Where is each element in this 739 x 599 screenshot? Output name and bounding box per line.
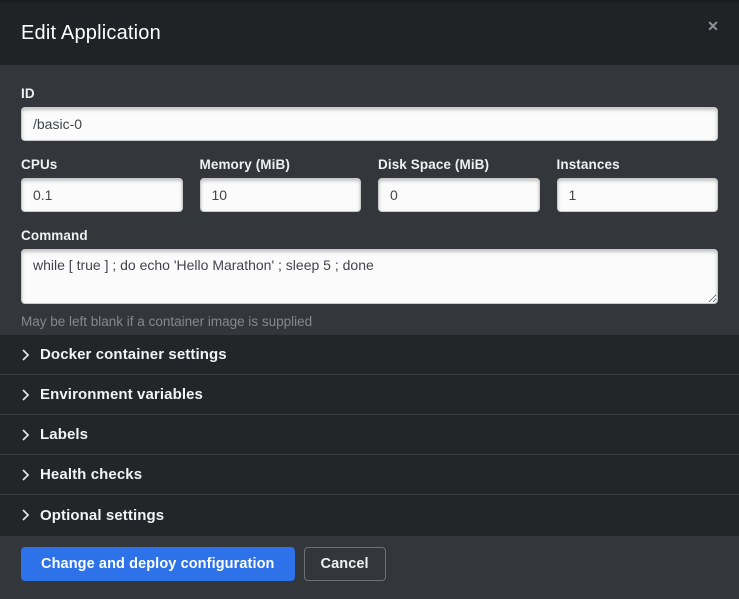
disk-input[interactable]: [378, 178, 540, 212]
memory-field-group: Memory (MiB): [200, 157, 362, 212]
section-labels[interactable]: Labels: [0, 415, 739, 455]
cancel-button[interactable]: Cancel: [304, 547, 386, 581]
section-docker-container-settings[interactable]: Docker container settings: [0, 335, 739, 375]
instances-field-group: Instances: [557, 157, 719, 212]
chevron-right-icon: [21, 469, 30, 481]
section-optional-settings[interactable]: Optional settings: [0, 495, 739, 535]
command-textarea[interactable]: while [ true ] ; do echo 'Hello Marathon…: [21, 249, 718, 304]
id-label: ID: [21, 86, 718, 101]
edit-application-modal: Edit Application ✕ ID CPUs Memory (MiB) …: [0, 0, 739, 599]
command-label: Command: [21, 228, 718, 243]
chevron-right-icon: [21, 349, 30, 361]
chevron-right-icon: [21, 389, 30, 401]
section-label: Docker container settings: [40, 346, 227, 363]
chevron-right-icon: [21, 429, 30, 441]
cpus-label: CPUs: [21, 157, 183, 172]
modal-title: Edit Application: [21, 22, 161, 45]
cpus-input[interactable]: [21, 178, 183, 212]
disk-field-group: Disk Space (MiB): [378, 157, 540, 212]
memory-label: Memory (MiB): [200, 157, 362, 172]
id-field-group: ID: [21, 86, 718, 141]
change-and-deploy-button[interactable]: Change and deploy configuration: [21, 547, 295, 581]
instances-input[interactable]: [557, 178, 719, 212]
memory-input[interactable]: [200, 178, 362, 212]
chevron-right-icon: [21, 509, 30, 521]
disk-label: Disk Space (MiB): [378, 157, 540, 172]
close-icon[interactable]: ✕: [701, 14, 725, 38]
application-form: ID CPUs Memory (MiB) Disk Space (MiB) In…: [0, 65, 739, 335]
section-environment-variables[interactable]: Environment variables: [0, 375, 739, 415]
id-input[interactable]: [21, 107, 718, 141]
cpus-field-group: CPUs: [21, 157, 183, 212]
section-label: Labels: [40, 426, 88, 443]
modal-header: Edit Application ✕: [0, 2, 739, 65]
resources-row: CPUs Memory (MiB) Disk Space (MiB) Insta…: [21, 157, 718, 212]
command-field-group: Command while [ true ] ; do echo 'Hello …: [21, 228, 718, 329]
section-label: Optional settings: [40, 507, 164, 524]
section-label: Health checks: [40, 466, 142, 483]
section-label: Environment variables: [40, 386, 203, 403]
command-help-text: May be left blank if a container image i…: [21, 314, 718, 329]
accordion-sections: Docker container settings Environment va…: [0, 335, 739, 536]
modal-footer: Change and deploy configuration Cancel: [0, 536, 739, 599]
section-health-checks[interactable]: Health checks: [0, 455, 739, 495]
instances-label: Instances: [557, 157, 719, 172]
